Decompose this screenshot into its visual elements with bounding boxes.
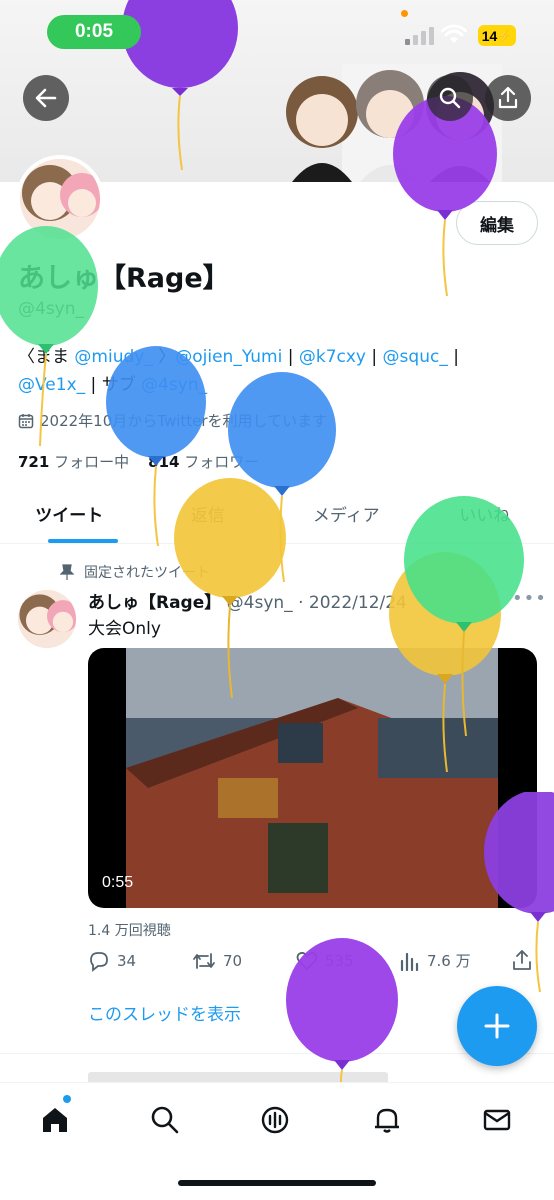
battery-level: 14 — [481, 27, 498, 44]
mention-link[interactable]: @miudy_ — [74, 347, 152, 367]
balloon-blue-center — [228, 372, 336, 582]
followers-label: フォロワー — [179, 453, 260, 471]
pinned-indicator: 固定されたツイート — [60, 562, 210, 582]
bio-text: 〈まま — [18, 347, 75, 367]
following-link[interactable]: 721 フォロー中 — [18, 453, 129, 471]
reply-count: 34 — [117, 952, 137, 970]
pin-icon — [60, 564, 74, 580]
home-icon — [43, 1108, 67, 1132]
search-icon — [439, 87, 461, 109]
like-count: 535 — [325, 952, 354, 970]
tab-replies[interactable]: 返信 — [139, 484, 278, 543]
analytics-button[interactable]: 7.6 万 — [400, 950, 471, 971]
home-indicator[interactable] — [178, 1180, 376, 1186]
more-options-icon[interactable]: ••• — [512, 588, 547, 609]
display-name: あしゅ【Rage】 — [18, 263, 230, 294]
mention-link[interactable]: @Ve1x_ — [18, 375, 85, 395]
mail-icon — [483, 1109, 511, 1131]
like-button[interactable]: 535 — [296, 950, 354, 972]
tweet-actions: 34 70 535 7.6 万 — [88, 950, 538, 976]
reply-icon — [90, 952, 108, 972]
tab-tweets[interactable]: ツイート — [0, 484, 139, 543]
heart-icon — [296, 951, 318, 971]
compose-tweet-button[interactable] — [457, 986, 537, 1066]
retweet-icon — [193, 953, 215, 969]
bio-text: | サブ — [85, 375, 142, 395]
bell-icon — [375, 1108, 399, 1133]
tweet-header: あしゅ【Rage】 @4syn_ · 2022/12/24 — [88, 588, 407, 613]
view-count: 1.4 万回視聴 — [88, 923, 171, 939]
mention-link[interactable]: @k7cxy — [299, 347, 366, 367]
edit-profile-button[interactable]: 編集 — [456, 201, 538, 245]
show-thread-link[interactable]: このスレッドを表示 — [88, 1000, 241, 1025]
mention-link[interactable]: @4syn_ — [141, 375, 207, 395]
share-icon — [513, 950, 531, 970]
tweet-meta: @4syn_ · 2022/12/24 — [221, 593, 407, 613]
battery-indicator: 14 ⚡ — [478, 25, 516, 46]
profile-handle: @4syn_ — [18, 299, 85, 319]
joined-text: 2022年10月からTwitterを利用しています — [40, 412, 328, 430]
following-label: フォロー中 — [49, 453, 130, 471]
nav-spaces[interactable] — [258, 1103, 292, 1137]
avatar-illustration — [18, 590, 76, 648]
nav-home[interactable] — [38, 1103, 72, 1137]
spaces-icon — [261, 1106, 289, 1134]
notification-dot — [63, 1095, 71, 1103]
tweet-author-name[interactable]: あしゅ【Rage】 — [88, 593, 221, 613]
followers-link[interactable]: 814 フォロワー — [148, 453, 259, 471]
following-count: 721 — [18, 453, 50, 471]
mention-link[interactable]: @ojien_Yumi — [175, 347, 282, 367]
tab-media[interactable]: メディア — [277, 484, 416, 543]
nav-messages[interactable] — [480, 1103, 514, 1137]
plus-icon — [484, 1013, 510, 1039]
wifi-icon — [441, 24, 467, 43]
share-profile-button[interactable] — [485, 75, 531, 121]
bio-text: 〉 — [152, 347, 176, 367]
back-button[interactable] — [23, 75, 69, 121]
analytics-icon — [400, 952, 419, 971]
video-duration: 0:55 — [102, 874, 134, 891]
share-tweet-button[interactable] — [512, 950, 532, 970]
arrow-left-icon — [35, 88, 57, 108]
search-icon — [151, 1106, 179, 1134]
tweet-video[interactable]: 0:55 — [88, 648, 537, 908]
tab-likes[interactable]: いいね — [416, 484, 554, 543]
tweet-avatar[interactable] — [18, 590, 76, 648]
status-bar: 0:05 14 ⚡ — [0, 0, 554, 66]
profile-avatar[interactable] — [16, 155, 104, 243]
nav-search[interactable] — [148, 1103, 182, 1137]
bio-text: | — [447, 347, 459, 367]
retweet-button[interactable]: 70 — [192, 950, 242, 972]
share-icon — [498, 87, 518, 109]
follow-stats: 721 フォロー中 814 フォロワー — [18, 451, 259, 472]
profile-tabs: ツイート 返信 メディア いいね — [0, 484, 554, 544]
avatar-illustration — [20, 159, 100, 239]
followers-count: 814 — [148, 453, 180, 471]
search-button[interactable] — [427, 75, 473, 121]
video-frame — [126, 648, 498, 908]
retweet-count: 70 — [223, 952, 243, 970]
mention-link[interactable]: @squc_ — [383, 347, 448, 367]
banner-illustration — [286, 64, 502, 182]
pinned-label: 固定されたツイート — [84, 565, 210, 581]
cellular-signal-icon — [405, 27, 434, 45]
bio-text: | — [366, 347, 383, 367]
calendar-icon — [18, 413, 34, 428]
profile-bio: 〈まま @miudy_ 〉@ojien_Yumi | @k7cxy | @squ… — [18, 343, 538, 399]
joined-date: 2022年10月からTwitterを利用しています — [18, 410, 327, 431]
impression-count: 7.6 万 — [427, 952, 471, 970]
status-time: 0:05 — [47, 15, 141, 49]
bio-text: | — [282, 347, 299, 367]
nav-notifications[interactable] — [370, 1103, 404, 1137]
privacy-indicator — [401, 10, 408, 17]
reply-button[interactable]: 34 — [88, 950, 136, 972]
tweet-text: 大会Only — [88, 619, 161, 639]
